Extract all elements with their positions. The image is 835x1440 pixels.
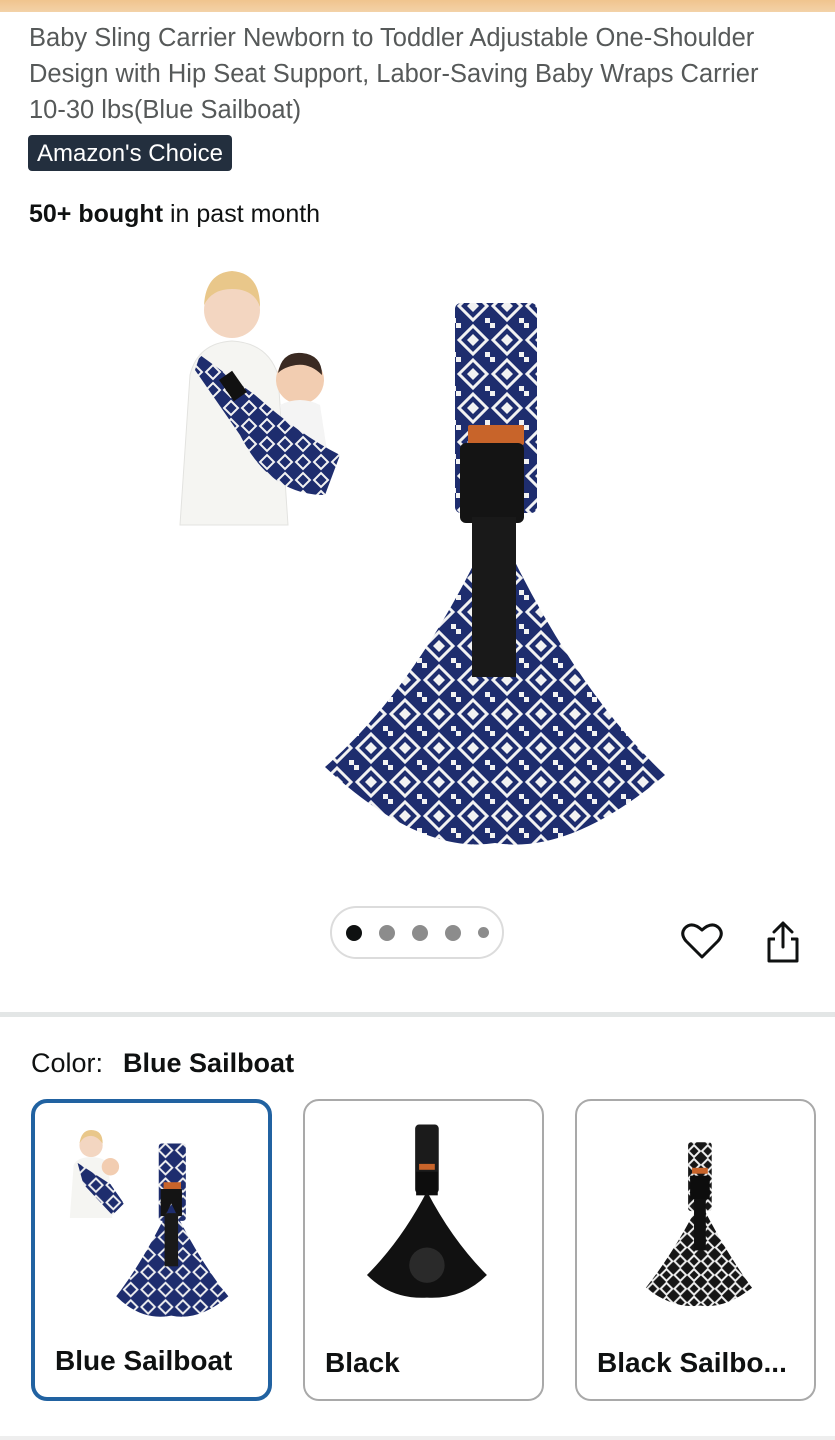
carousel-dot-2[interactable] [378,924,395,941]
product-title: Baby Sling Carrier Newborn to Toddler Ad… [29,24,759,124]
bottom-divider [0,1436,835,1440]
color-selection-header: Color: Blue Sailboat [31,1044,294,1082]
sling-product [325,303,665,845]
color-option-black[interactable]: Black [303,1099,544,1401]
section-divider [0,1012,835,1017]
color-option-label: Black [325,1347,400,1378]
bought-suffix: in past month [163,200,321,228]
product-image-illustration [179,271,665,845]
top-banner-strip [0,0,835,12]
model-photo [179,271,340,526]
heart-icon [681,923,723,959]
color-option-black-sailboat[interactable]: Black Sailbo... [575,1099,816,1401]
image-carousel-pagination[interactable] [330,906,504,959]
selected-color-value: Blue Sailboat [123,1048,295,1078]
share-button[interactable] [760,916,806,966]
black-thumbnail [366,1124,487,1298]
bought-count: 50+ bought [29,200,164,228]
black-sailboat-thumbnail [645,1142,753,1307]
carousel-dot-3[interactable] [411,924,428,941]
purchase-count: 50+ bought in past month [29,197,320,231]
color-option-blue-sailboat[interactable]: Blue Sailboat [31,1099,272,1401]
color-label: Color: [31,1048,104,1078]
carousel-dot-1[interactable] [345,924,362,941]
wishlist-button[interactable] [679,916,725,966]
product-main-image[interactable] [150,255,690,875]
share-icon [767,921,799,963]
amazons-choice-badge[interactable]: Amazon's Choice [28,135,232,171]
color-option-label: Blue Sailboat [55,1345,233,1376]
carousel-dot-4[interactable] [444,924,461,941]
blue-sailboat-thumbnail [69,1130,229,1317]
carousel-dot-5[interactable] [477,927,489,938]
color-option-label: Black Sailbo... [597,1347,787,1378]
